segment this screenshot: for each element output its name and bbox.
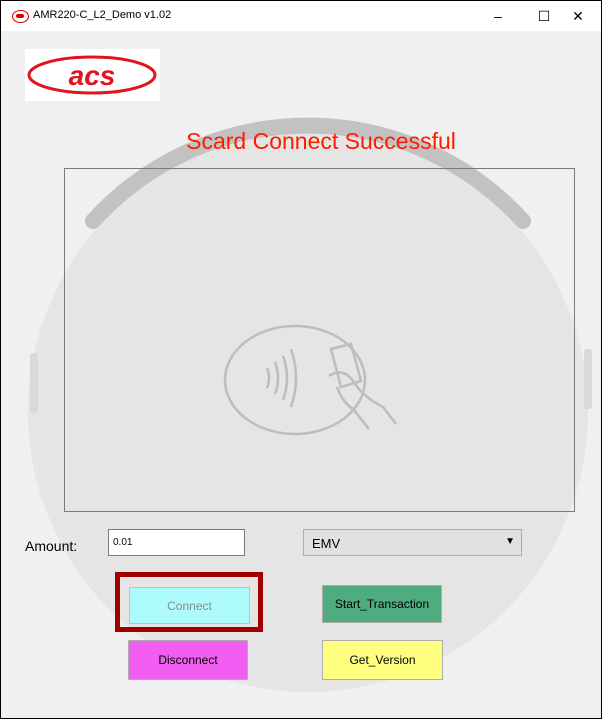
mode-select[interactable]: EMV ▼ bbox=[303, 529, 522, 556]
mode-select-value: EMV bbox=[312, 536, 341, 551]
minimize-button[interactable]: – bbox=[475, 1, 521, 31]
acs-logo: acs bbox=[25, 49, 160, 101]
status-message: Scard Connect Successful bbox=[186, 128, 456, 154]
acs-app-icon bbox=[12, 10, 29, 23]
client-area: acs Scard Connect Successful Amount: EMV… bbox=[1, 31, 601, 718]
close-button[interactable]: ✕ bbox=[555, 1, 601, 31]
get-version-button[interactable]: Get_Version bbox=[322, 640, 443, 680]
svg-text:acs: acs bbox=[69, 60, 116, 91]
app-window: AMR220-C_L2_Demo v1.02 – ☐ ✕ acs Scard C… bbox=[0, 0, 602, 719]
amount-input[interactable] bbox=[108, 529, 245, 556]
disconnect-button[interactable]: Disconnect bbox=[128, 640, 248, 680]
window-title: AMR220-C_L2_Demo v1.02 bbox=[33, 9, 172, 21]
card-display-area bbox=[64, 168, 575, 512]
connect-button[interactable]: Connect bbox=[129, 587, 250, 624]
title-bar[interactable]: AMR220-C_L2_Demo v1.02 – ☐ ✕ bbox=[1, 1, 601, 31]
start-transaction-button[interactable]: Start_Transaction bbox=[322, 585, 442, 623]
chevron-down-icon: ▼ bbox=[505, 536, 515, 547]
amount-label: Amount: bbox=[25, 538, 78, 554]
